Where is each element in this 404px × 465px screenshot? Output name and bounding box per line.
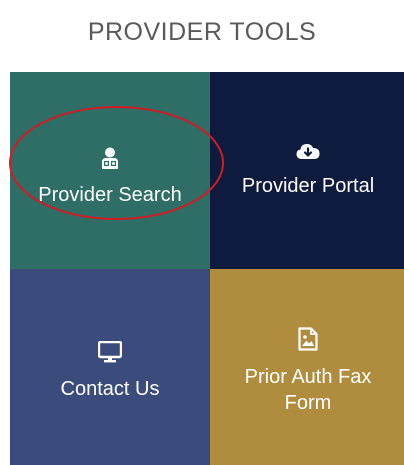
prior-auth-fax-form-tile[interactable]: Prior Auth Fax Form: [210, 269, 404, 465]
provider-tools-page: PROVIDER TOOLS Provider Search Provider …: [0, 0, 404, 465]
section-title: PROVIDER TOOLS: [87, 18, 317, 46]
provider-portal-tile[interactable]: Provider Portal: [210, 72, 404, 269]
cloud-download-icon: [296, 142, 320, 165]
provider-tools-grid: Provider Search Provider Portal Contact …: [10, 72, 404, 465]
monitor-icon: [97, 340, 123, 368]
provider-search-label: Provider Search: [38, 184, 182, 206]
contact-us-tile[interactable]: Contact Us: [10, 269, 210, 465]
provider-portal-label: Provider Portal: [241, 175, 375, 197]
provider-search-tile[interactable]: Provider Search: [10, 72, 210, 269]
doctor-icon: [100, 147, 120, 174]
contact-us-label: Contact Us: [60, 377, 160, 400]
image-file-icon: [298, 326, 318, 356]
prior-auth-fax-form-label: Prior Auth Fax Form: [244, 365, 372, 414]
